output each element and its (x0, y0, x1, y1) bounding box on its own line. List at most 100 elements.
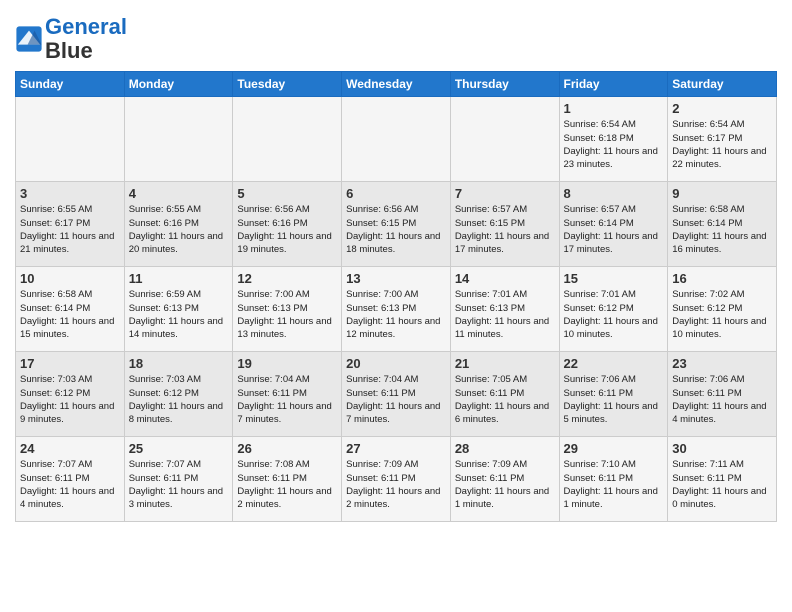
calendar-cell: 5 Sunrise: 6:56 AMSunset: 6:16 PMDaylight… (233, 182, 342, 267)
day-info: Sunrise: 7:00 AMSunset: 6:13 PMDaylight:… (346, 288, 446, 341)
day-number: 24 (20, 441, 120, 456)
calendar-cell: 3Sunrise: 6:55 AMSunset: 6:17 PMDaylight… (16, 182, 125, 267)
day-number: 2 (672, 101, 772, 116)
calendar-week-row: 3Sunrise: 6:55 AMSunset: 6:17 PMDaylight… (16, 182, 777, 267)
calendar-cell: 29 Sunrise: 7:10 AMSunset: 6:11 PMDayligh… (559, 437, 668, 522)
day-number: 4 (129, 186, 229, 201)
calendar-cell: 20 Sunrise: 7:04 AMSunset: 6:11 PMDayligh… (342, 352, 451, 437)
calendar-cell: 24 Sunrise: 7:07 AMSunset: 6:11 PMDayligh… (16, 437, 125, 522)
calendar-week-row: 17 Sunrise: 7:03 AMSunset: 6:12 PMDayligh… (16, 352, 777, 437)
calendar-cell: 2 Sunrise: 6:54 AMSunset: 6:17 PMDaylight… (668, 97, 777, 182)
day-info: Sunrise: 7:01 AMSunset: 6:12 PMDaylight:… (564, 288, 664, 341)
day-header-friday: Friday (559, 72, 668, 97)
day-info: Sunrise: 6:56 AMSunset: 6:16 PMDaylight:… (237, 203, 337, 256)
calendar-cell: 7 Sunrise: 6:57 AMSunset: 6:15 PMDaylight… (450, 182, 559, 267)
calendar-table: SundayMondayTuesdayWednesdayThursdayFrid… (15, 71, 777, 522)
day-info: Sunrise: 6:56 AMSunset: 6:15 PMDaylight:… (346, 203, 446, 256)
day-info: Sunrise: 7:07 AMSunset: 6:11 PMDaylight:… (129, 458, 229, 511)
logo-icon (15, 25, 43, 53)
day-info: Sunrise: 7:08 AMSunset: 6:11 PMDaylight:… (237, 458, 337, 511)
day-number: 25 (129, 441, 229, 456)
day-info: Sunrise: 7:01 AMSunset: 6:13 PMDaylight:… (455, 288, 555, 341)
day-info: Sunrise: 7:06 AMSunset: 6:11 PMDaylight:… (564, 373, 664, 426)
calendar-cell (16, 97, 125, 182)
calendar-cell: 17 Sunrise: 7:03 AMSunset: 6:12 PMDayligh… (16, 352, 125, 437)
day-info: Sunrise: 7:03 AMSunset: 6:12 PMDaylight:… (20, 373, 120, 426)
day-header-tuesday: Tuesday (233, 72, 342, 97)
calendar-cell: 18 Sunrise: 7:03 AMSunset: 6:12 PMDayligh… (124, 352, 233, 437)
day-header-thursday: Thursday (450, 72, 559, 97)
day-number: 11 (129, 271, 229, 286)
day-number: 22 (564, 356, 664, 371)
day-info: Sunrise: 6:54 AMSunset: 6:17 PMDaylight:… (672, 118, 772, 171)
day-number: 14 (455, 271, 555, 286)
day-number: 30 (672, 441, 772, 456)
day-number: 7 (455, 186, 555, 201)
day-number: 6 (346, 186, 446, 201)
day-info: Sunrise: 7:09 AMSunset: 6:11 PMDaylight:… (455, 458, 555, 511)
calendar-cell: 14 Sunrise: 7:01 AMSunset: 6:13 PMDayligh… (450, 267, 559, 352)
day-info: Sunrise: 6:58 AMSunset: 6:14 PMDaylight:… (672, 203, 772, 256)
day-info: Sunrise: 7:11 AMSunset: 6:11 PMDaylight:… (672, 458, 772, 511)
day-info: Sunrise: 6:57 AMSunset: 6:15 PMDaylight:… (455, 203, 555, 256)
calendar-cell: 16 Sunrise: 7:02 AMSunset: 6:12 PMDayligh… (668, 267, 777, 352)
day-info: Sunrise: 7:09 AMSunset: 6:11 PMDaylight:… (346, 458, 446, 511)
day-info: Sunrise: 7:05 AMSunset: 6:11 PMDaylight:… (455, 373, 555, 426)
day-number: 10 (20, 271, 120, 286)
day-number: 29 (564, 441, 664, 456)
day-info: Sunrise: 6:55 AMSunset: 6:16 PMDaylight:… (129, 203, 229, 256)
day-number: 18 (129, 356, 229, 371)
day-number: 28 (455, 441, 555, 456)
logo: General Blue (15, 15, 127, 63)
day-number: 16 (672, 271, 772, 286)
day-info: Sunrise: 7:04 AMSunset: 6:11 PMDaylight:… (346, 373, 446, 426)
calendar-cell: 8 Sunrise: 6:57 AMSunset: 6:14 PMDaylight… (559, 182, 668, 267)
day-info: Sunrise: 7:06 AMSunset: 6:11 PMDaylight:… (672, 373, 772, 426)
day-info: Sunrise: 7:07 AMSunset: 6:11 PMDaylight:… (20, 458, 120, 511)
calendar-cell (450, 97, 559, 182)
calendar-cell: 25 Sunrise: 7:07 AMSunset: 6:11 PMDayligh… (124, 437, 233, 522)
calendar-cell (342, 97, 451, 182)
calendar-week-row: 1Sunrise: 6:54 AMSunset: 6:18 PMDaylight… (16, 97, 777, 182)
day-number: 9 (672, 186, 772, 201)
day-info: Sunrise: 7:03 AMSunset: 6:12 PMDaylight:… (129, 373, 229, 426)
day-info: Sunrise: 7:10 AMSunset: 6:11 PMDaylight:… (564, 458, 664, 511)
day-number: 27 (346, 441, 446, 456)
day-number: 12 (237, 271, 337, 286)
calendar-week-row: 10Sunrise: 6:58 AMSunset: 6:14 PMDayligh… (16, 267, 777, 352)
day-number: 17 (20, 356, 120, 371)
day-header-wednesday: Wednesday (342, 72, 451, 97)
calendar-week-row: 24 Sunrise: 7:07 AMSunset: 6:11 PMDayligh… (16, 437, 777, 522)
day-number: 5 (237, 186, 337, 201)
calendar-cell: 12 Sunrise: 7:00 AMSunset: 6:13 PMDayligh… (233, 267, 342, 352)
day-header-sunday: Sunday (16, 72, 125, 97)
calendar-cell: 23 Sunrise: 7:06 AMSunset: 6:11 PMDayligh… (668, 352, 777, 437)
page-header: General Blue (15, 10, 777, 63)
calendar-cell: 11Sunrise: 6:59 AMSunset: 6:13 PMDayligh… (124, 267, 233, 352)
logo-text: General Blue (45, 15, 127, 63)
day-header-monday: Monday (124, 72, 233, 97)
day-number: 8 (564, 186, 664, 201)
calendar-cell: 10Sunrise: 6:58 AMSunset: 6:14 PMDayligh… (16, 267, 125, 352)
calendar-cell (233, 97, 342, 182)
day-number: 13 (346, 271, 446, 286)
day-number: 20 (346, 356, 446, 371)
day-info: Sunrise: 6:57 AMSunset: 6:14 PMDaylight:… (564, 203, 664, 256)
calendar-cell: 26 Sunrise: 7:08 AMSunset: 6:11 PMDayligh… (233, 437, 342, 522)
calendar-cell: 27 Sunrise: 7:09 AMSunset: 6:11 PMDayligh… (342, 437, 451, 522)
calendar-cell: 30 Sunrise: 7:11 AMSunset: 6:11 PMDayligh… (668, 437, 777, 522)
day-number: 15 (564, 271, 664, 286)
calendar-cell: 1Sunrise: 6:54 AMSunset: 6:18 PMDaylight… (559, 97, 668, 182)
day-info: Sunrise: 7:00 AMSunset: 6:13 PMDaylight:… (237, 288, 337, 341)
calendar-cell (124, 97, 233, 182)
day-number: 23 (672, 356, 772, 371)
calendar-cell: 6 Sunrise: 6:56 AMSunset: 6:15 PMDaylight… (342, 182, 451, 267)
day-info: Sunrise: 7:02 AMSunset: 6:12 PMDaylight:… (672, 288, 772, 341)
day-number: 26 (237, 441, 337, 456)
calendar-cell: 22 Sunrise: 7:06 AMSunset: 6:11 PMDayligh… (559, 352, 668, 437)
calendar-cell: 21 Sunrise: 7:05 AMSunset: 6:11 PMDayligh… (450, 352, 559, 437)
calendar-header-row: SundayMondayTuesdayWednesdayThursdayFrid… (16, 72, 777, 97)
calendar-cell: 9 Sunrise: 6:58 AMSunset: 6:14 PMDaylight… (668, 182, 777, 267)
calendar-cell: 28 Sunrise: 7:09 AMSunset: 6:11 PMDayligh… (450, 437, 559, 522)
day-number: 21 (455, 356, 555, 371)
